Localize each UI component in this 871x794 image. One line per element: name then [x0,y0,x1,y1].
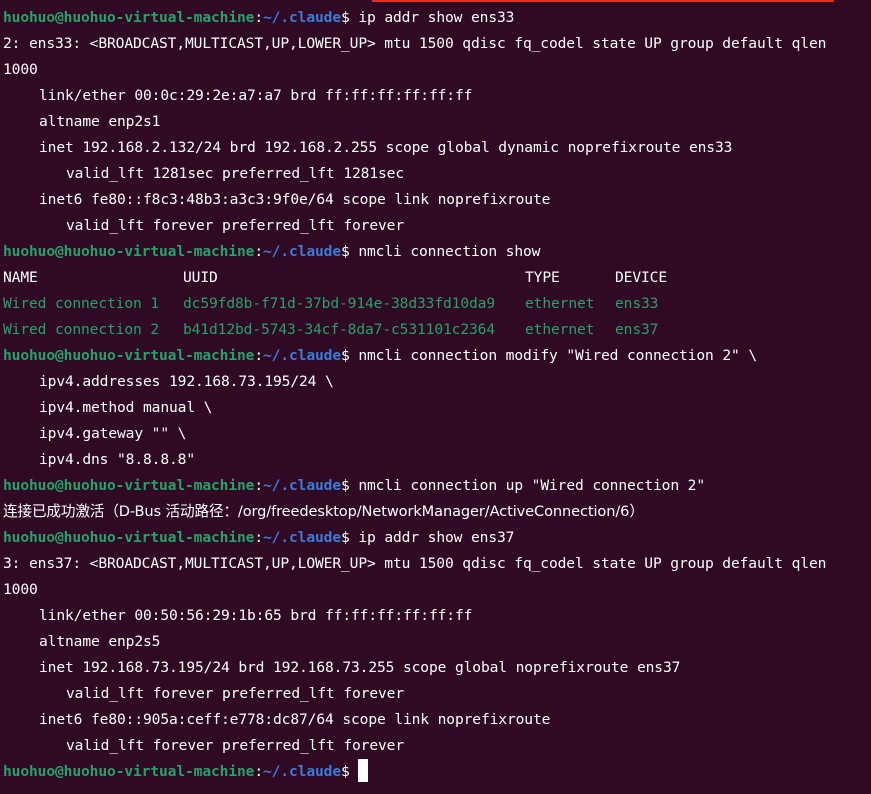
command-line: huohuo@huohuo-virtual-machine:~/.claude$… [3,243,541,260]
output-line: 1000 [3,581,38,598]
column-header-name: NAME [3,269,38,286]
command-continuation: ipv4.dns "8.8.8.8" [39,451,195,468]
prompt-sign: $ [341,347,350,364]
connection-uuid: dc59fd8b-f71d-37bd-914e-38d33fd10da9 [183,295,495,312]
output-line: altname enp2s5 [39,633,161,650]
command-continuation: ipv4.method manual \ [39,399,213,416]
command-text: nmcli connection up "Wired connection 2" [358,477,705,494]
prompt-path: ~/.claude [263,477,341,494]
prompt-sign: $ [341,763,350,780]
prompt-path: ~/.claude [263,243,341,260]
selection-marker [372,0,834,2]
command-continuation: ipv4.gateway "" \ [39,425,187,442]
output-line: link/ether 00:50:56:29:1b:65 brd ff:ff:f… [39,607,473,624]
output-line: 2: ens33: <BROADCAST,MULTICAST,UP,LOWER_… [3,35,827,52]
column-header-device: DEVICE [615,269,667,286]
output-line: inet 192.168.2.132/24 brd 192.168.2.255 … [39,139,733,156]
prompt-user-host: huohuo@huohuo-virtual-machine [3,477,255,494]
prompt-sign: $ [341,9,350,26]
connection-name: Wired connection 1 [3,295,159,312]
command-text: nmcli connection show [358,243,541,260]
connection-type: ethernet [525,295,595,312]
prompt-user-host: huohuo@huohuo-virtual-machine [3,9,255,26]
prompt-path: ~/.claude [263,763,341,780]
command-line: huohuo@huohuo-virtual-machine:~/.claude$… [3,347,757,364]
command-text: ip addr show ens37 [358,529,515,546]
prompt-user-host: huohuo@huohuo-virtual-machine [3,347,255,364]
command-line: huohuo@huohuo-virtual-machine:~/.claude$… [3,529,515,546]
command-line: huohuo@huohuo-virtual-machine:~/.claude$… [3,9,515,26]
output-line: 1000 [3,61,38,78]
connection-name: Wired connection 2 [3,321,159,338]
connection-row: Wired connection 1 dc59fd8b-f71d-37bd-914… [3,291,871,317]
output-line: inet6 fe80::f8c3:48b3:a3c3:9f0e/64 scope… [39,191,551,208]
output-line: valid_lft forever preferred_lft forever [66,685,404,702]
prompt-user-host: huohuo@huohuo-virtual-machine [3,243,255,260]
prompt-path: ~/.claude [263,347,341,364]
command-line: huohuo@huohuo-virtual-machine:~/.claude$… [3,477,705,494]
prompt-path: ~/.claude [263,9,341,26]
connection-device: ens33 [615,295,659,312]
output-line: link/ether 00:0c:29:2e:a7:a7 brd ff:ff:f… [39,87,473,104]
command-continuation: ipv4.addresses 192.168.73.195/24 \ [39,373,334,390]
column-header-type: TYPE [525,269,560,286]
output-line: 3: ens37: <BROADCAST,MULTICAST,UP,LOWER_… [3,555,827,572]
prompt-user-host: huohuo@huohuo-virtual-machine [3,763,255,780]
current-prompt-line[interactable]: huohuo@huohuo-virtual-machine:~/.claude$ [3,759,871,785]
output-line: altname enp2s1 [39,113,161,130]
output-line: valid_lft forever preferred_lft forever [66,737,404,754]
prompt-sign: $ [341,529,350,546]
connection-device: ens37 [615,321,659,338]
connection-uuid: b41d12bd-5743-34cf-8da7-c531101c2364 [183,321,495,338]
prompt-sign: $ [341,477,350,494]
column-header-uuid: UUID [183,269,218,286]
output-line: valid_lft forever preferred_lft forever [66,217,404,234]
text-cursor[interactable] [357,759,368,782]
prompt-sign: $ [341,243,350,260]
output-line: inet 192.168.73.195/24 brd 192.168.73.25… [39,659,681,676]
connection-type: ethernet [525,321,595,338]
terminal-window[interactable]: huohuo@huohuo-virtual-machine:~/.claude$… [0,0,871,794]
connections-header-row: NAME UUID TYPE DEVICE [3,265,871,291]
activation-result: 连接已成功激活（D-Bus 活动路径：/org/freedesktop/Netw… [3,503,644,520]
output-line: inet6 fe80::905a:ceff:e778:dc87/64 scope… [39,711,551,728]
output-line: valid_lft 1281sec preferred_lft 1281sec [66,165,404,182]
prompt-user-host: huohuo@huohuo-virtual-machine [3,529,255,546]
connection-row: Wired connection 2 b41d12bd-5743-34cf-8da… [3,317,871,343]
prompt-path: ~/.claude [263,529,341,546]
command-text: nmcli connection modify "Wired connectio… [358,347,757,364]
command-text: ip addr show ens33 [358,9,515,26]
